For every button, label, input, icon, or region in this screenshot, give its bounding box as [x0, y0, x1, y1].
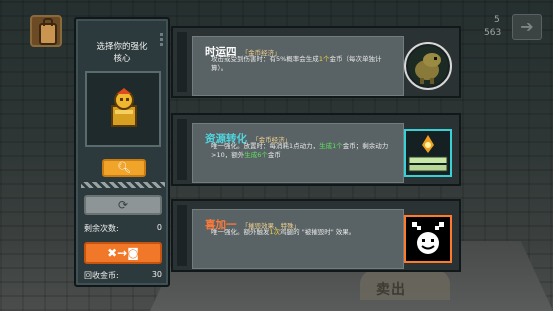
card-description: 唯一强化。放置时：每消耗1点动力，生成1个金币；剩余动力>10，额外生成6个金币 [211, 142, 389, 159]
reroll-count-label: 剩余次数: [84, 224, 119, 233]
upgrade-card[interactable]: 资源转化 「金币经济」 唯一强化。放置时：每消耗1点动力，生成1个金币；剩余动力… [171, 113, 461, 186]
sell-sign-text: 卖出 [376, 282, 406, 298]
hazard-divider [81, 182, 165, 188]
reroll-count-value: 0 [156, 223, 162, 232]
recycle-button[interactable]: ✖→◙ [84, 242, 162, 264]
counter-a: 5 [494, 15, 500, 25]
upgrade-card[interactable]: 喜加一 「摧毁效果，特殊」 唯一强化。额外触发1次鸡腿的 "被摧毁时" 效果。 [171, 199, 461, 272]
card-ridge [177, 119, 187, 180]
recycle-coins-label: 回收金币: [84, 271, 119, 280]
upgrade-card[interactable]: 时运四 「金币经济」 攻击或受到伤害时：有5%概率会生成1个金币（每次单独计算）… [171, 26, 461, 98]
card-body: 喜加一 「摧毁效果，特殊」 唯一强化。额外触发1次鸡腿的 "被摧毁时" 效果。 [192, 209, 404, 269]
recycle-coins-value: 30 [151, 270, 162, 279]
inspect-button[interactable]: 🔍︎ [102, 159, 146, 177]
refresh-icon: ⟳ [117, 198, 129, 212]
next-button[interactable]: ➔ [512, 14, 542, 40]
selected-core-slot[interactable] [85, 71, 161, 147]
panel-title-line1: 选择你的强化 [96, 42, 148, 52]
recycle-icon: ✖→◙ [107, 246, 139, 260]
arrow-right-icon: ➔ [520, 17, 534, 36]
card-ridge [177, 205, 187, 266]
backpack-icon[interactable] [30, 15, 62, 47]
magnifier-icon: 🔍︎ [117, 161, 131, 174]
counter-b: 563 [484, 28, 502, 38]
panel-title: 选择你的强化 核心 [76, 41, 168, 65]
recycle-coins-row: 回收金币: 30 [84, 270, 162, 281]
panel-title-line2: 核心 [113, 54, 131, 64]
reroll-count-row: 剩余次数: 0 [84, 223, 162, 234]
card-description: 唯一强化。额外触发1次鸡腿的 "被摧毁时" 效果。 [211, 228, 356, 236]
happy-face-icon [404, 215, 452, 263]
card-ridge [177, 32, 187, 92]
card-description: 攻击或受到伤害时：有5%概率会生成1个金币（每次单独计算）。 [211, 55, 382, 72]
core-idol-icon [111, 88, 137, 127]
core-select-panel: 选择你的强化 核心 🔍︎ ⟳ 剩余次数: 0 ✖→◙ 回收金币: 30 [74, 17, 170, 287]
coin-machine-icon [404, 129, 452, 177]
card-body: 资源转化 「金币经济」 唯一强化。放置时：每消耗1点动力，生成1个金币；剩余动力… [192, 123, 404, 183]
reroll-button[interactable]: ⟳ [84, 195, 162, 215]
dino-portrait-icon [404, 42, 452, 90]
card-body: 时运四 「金币经济」 攻击或受到伤害时：有5%概率会生成1个金币（每次单独计算）… [192, 36, 404, 96]
